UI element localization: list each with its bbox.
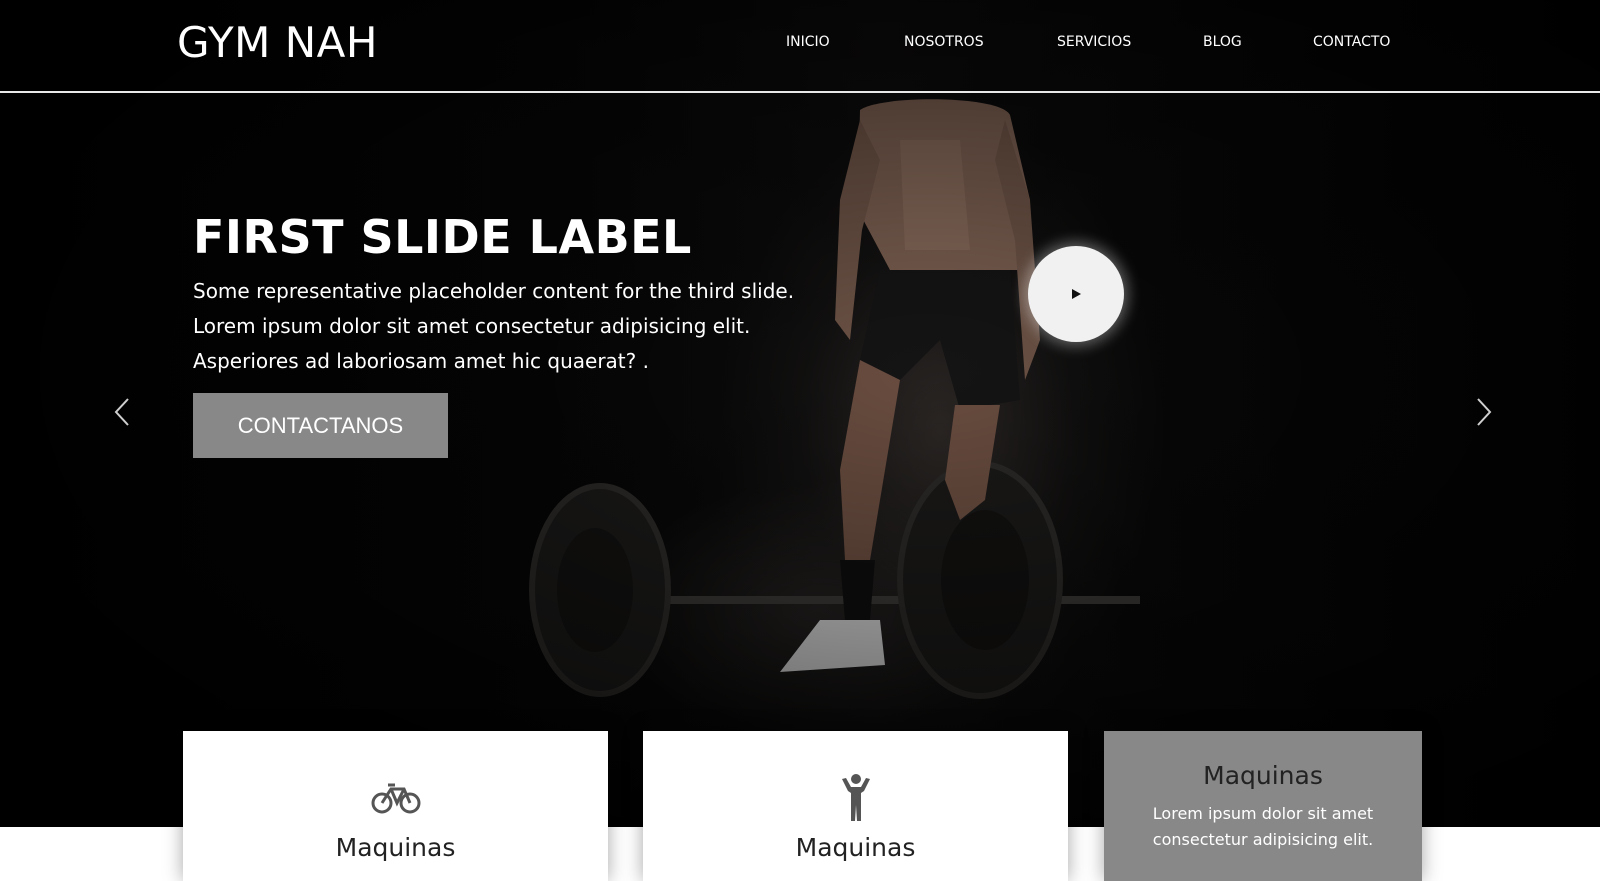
nav-links: INICIO NOSOTROS SERVICIOS BLOG CONTACTO <box>0 34 1600 56</box>
slide-caption: FIRST SLIDE LABEL Some representative pl… <box>193 208 833 379</box>
slide-text-line: Lorem ipsum dolor sit amet consectetur a… <box>193 314 751 338</box>
contactanos-button[interactable]: CONTACTANOS <box>193 393 448 458</box>
play-video-button[interactable] <box>1028 246 1124 342</box>
service-card-text-line: Lorem ipsum dolor sit amet <box>1152 804 1374 823</box>
slide-text-line: Some representative placeholder content … <box>193 279 795 303</box>
nav-link-blog[interactable]: BLOG <box>1203 34 1242 50</box>
services-cards: Maquinas Maquinas Maquinas Lorem ipsum d… <box>0 731 1600 881</box>
nav-link-inicio[interactable]: INICIO <box>786 34 830 50</box>
carousel-prev-button[interactable] <box>110 396 134 428</box>
service-card-title: Maquinas <box>335 833 456 862</box>
slide-text-line: Asperiores ad laboriosam amet hic quaera… <box>193 349 649 373</box>
service-card-highlight[interactable]: Maquinas Lorem ipsum dolor sit amet cons… <box>1104 731 1422 881</box>
service-card-text: Lorem ipsum dolor sit amet consectetur a… <box>1104 801 1422 853</box>
person-icon <box>842 774 870 821</box>
service-card-title: Maquinas <box>795 833 916 862</box>
service-card[interactable]: Maquinas <box>183 731 608 881</box>
service-card-title: Maquinas <box>1203 761 1323 790</box>
carousel-next-button[interactable] <box>1472 396 1496 428</box>
bicycle-icon <box>371 783 421 814</box>
hero-carousel: GYM NAH INICIO NOSOTROS SERVICIOS BLOG C… <box>0 0 1600 827</box>
nav-link-nosotros[interactable]: NOSOTROS <box>904 34 984 50</box>
chevron-left-icon <box>114 398 129 426</box>
navbar: GYM NAH INICIO NOSOTROS SERVICIOS BLOG C… <box>0 0 1600 93</box>
slide-title: FIRST SLIDE LABEL <box>193 210 692 264</box>
service-card[interactable]: Maquinas <box>643 731 1068 881</box>
chevron-right-icon <box>1477 398 1492 426</box>
slide-text: Some representative placeholder content … <box>193 274 833 379</box>
nav-link-contacto[interactable]: CONTACTO <box>1313 34 1390 50</box>
play-icon <box>1072 289 1081 299</box>
service-card-text-line: consectetur adipisicing elit. <box>1152 830 1374 849</box>
nav-link-servicios[interactable]: SERVICIOS <box>1057 34 1131 50</box>
